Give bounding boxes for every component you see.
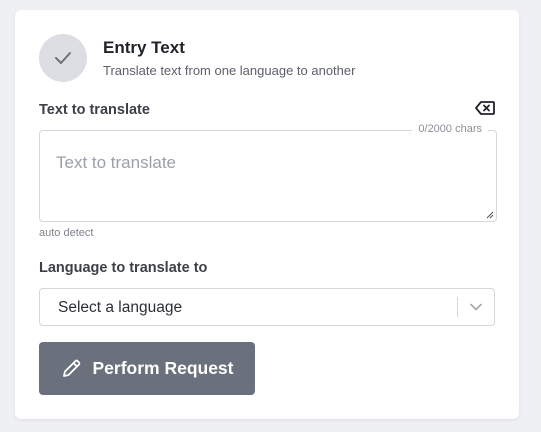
select-dropdown-toggle[interactable] — [468, 300, 484, 314]
backspace-clear-icon — [475, 101, 495, 115]
language-select-value: Select a language — [58, 299, 183, 316]
target-language-label: Language to translate to — [39, 260, 208, 276]
entry-text-card: Entry Text Translate text from one langu… — [15, 10, 519, 419]
perform-request-button[interactable]: Perform Request — [39, 342, 255, 395]
check-icon — [55, 52, 71, 64]
resize-handle-icon[interactable] — [486, 211, 494, 219]
pencil-icon — [63, 359, 81, 377]
text-to-translate-input[interactable]: 0/2000 chars Text to translate — [39, 123, 497, 222]
step-status-circle — [39, 34, 87, 82]
select-separator — [457, 297, 458, 317]
text-input-placeholder[interactable]: Text to translate — [56, 153, 176, 173]
clear-text-button[interactable] — [475, 100, 495, 116]
language-select[interactable]: Select a language — [39, 288, 495, 326]
chevron-down-icon — [470, 303, 482, 311]
char-counter: 0/2000 chars — [412, 123, 488, 135]
text-to-translate-label: Text to translate — [39, 102, 150, 118]
perform-request-label: Perform Request — [92, 358, 234, 378]
auto-detect-hint: auto detect — [39, 227, 94, 239]
step-subtitle: Translate text from one language to anot… — [103, 63, 356, 78]
step-title: Entry Text — [103, 38, 185, 57]
